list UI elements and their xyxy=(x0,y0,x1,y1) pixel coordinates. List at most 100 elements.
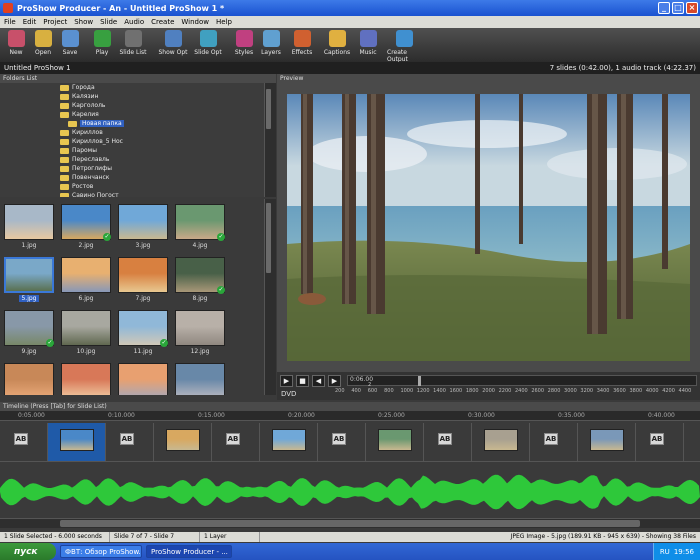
timeline-scrollbar[interactable] xyxy=(0,518,700,528)
file-thumbnail[interactable]: 12.jpg xyxy=(173,308,227,360)
folder-item[interactable]: Переславль xyxy=(0,155,264,164)
toolbar-separator xyxy=(151,28,155,30)
show-opt-icon xyxy=(164,30,182,47)
timeline-transition[interactable]: AB xyxy=(424,423,472,461)
captions-button[interactable]: Captions xyxy=(320,28,354,56)
menu-edit[interactable]: Edit xyxy=(23,18,37,26)
taskbar-item-proshow[interactable]: ProShow Producer - ... xyxy=(146,545,232,558)
folder-item[interactable]: Новая папка xyxy=(0,119,264,128)
file-thumbnail[interactable]: 8.jpg ✓ xyxy=(173,255,227,307)
file-name: 2.jpg xyxy=(78,242,94,249)
file-thumbnail[interactable]: 6.jpg xyxy=(59,255,113,307)
preview-scrubber[interactable]: 0:06.00 2 xyxy=(347,375,697,388)
menu-file[interactable]: File xyxy=(4,18,16,26)
file-thumbnail[interactable]: 1.jpg xyxy=(2,202,56,254)
effects-label: Effects xyxy=(291,49,313,56)
audio-track[interactable] xyxy=(0,466,700,518)
menu-project[interactable]: Project xyxy=(43,18,67,26)
minimize-button[interactable]: _ xyxy=(658,2,670,14)
file-thumbnail[interactable]: 3.jpg xyxy=(116,202,170,254)
language-indicator[interactable]: RU xyxy=(660,548,670,556)
folder-item[interactable]: Петроглифы xyxy=(0,164,264,173)
new-button[interactable]: New xyxy=(3,28,29,56)
menu-audio[interactable]: Audio xyxy=(124,18,144,26)
timeline-transition[interactable]: AB xyxy=(0,423,48,461)
used-check-icon: ✓ xyxy=(160,339,168,347)
stop-button[interactable]: ■ xyxy=(296,375,309,387)
scrubber-handle[interactable] xyxy=(418,376,421,386)
folder-label: Калязин xyxy=(72,93,99,100)
maximize-button[interactable]: □ xyxy=(672,2,684,14)
new-icon xyxy=(7,30,25,47)
create-output-icon xyxy=(395,30,413,47)
file-grid-scrollbar[interactable] xyxy=(264,199,276,395)
folder-item[interactable]: Карелия xyxy=(0,110,264,119)
layers-button[interactable]: Layers xyxy=(258,28,284,56)
timeline-slide[interactable] xyxy=(472,423,530,461)
folder-item[interactable]: Ростов xyxy=(0,182,264,191)
timeline-transition[interactable]: AB xyxy=(636,423,684,461)
folder-item[interactable]: Каргололь xyxy=(0,101,264,110)
styles-button[interactable]: Styles xyxy=(231,28,257,56)
menu-create[interactable]: Create xyxy=(151,18,174,26)
music-button[interactable]: Music xyxy=(355,28,381,56)
taskbar-item-browser[interactable]: ФВТ: Обзор ProShow... xyxy=(60,545,142,558)
file-thumbnail[interactable] xyxy=(173,361,227,395)
music-icon xyxy=(359,30,377,47)
timeline-transition[interactable]: AB xyxy=(530,423,578,461)
show-opt-button[interactable]: Show Opt xyxy=(156,28,190,56)
start-button[interactable]: пуск xyxy=(0,543,56,560)
slide-opt-button[interactable]: Slide Opt xyxy=(191,28,225,56)
close-button[interactable]: × xyxy=(686,2,698,14)
status-slide: Slide 7 of 7 - Slide 7 xyxy=(110,532,200,542)
open-button[interactable]: Open xyxy=(30,28,56,56)
file-thumbnail[interactable] xyxy=(2,361,56,395)
folder-item[interactable]: Города xyxy=(0,83,264,92)
folders-scrollbar[interactable] xyxy=(264,83,276,197)
timeline-slide[interactable] xyxy=(366,423,424,461)
file-thumbnail[interactable]: 7.jpg xyxy=(116,255,170,307)
file-thumbnail[interactable]: 9.jpg ✓ xyxy=(2,308,56,360)
folder-item[interactable]: Кириллов xyxy=(0,128,264,137)
slide-list-label: Slide List xyxy=(119,49,147,56)
play-button[interactable]: Play xyxy=(89,28,115,56)
file-thumbnail[interactable]: 10.jpg xyxy=(59,308,113,360)
previous-button[interactable]: ◀ xyxy=(312,375,325,387)
system-tray: RU 19:56 xyxy=(652,543,700,560)
menu-show[interactable]: Show xyxy=(74,18,93,26)
save-button[interactable]: Save xyxy=(57,28,83,56)
file-thumbnail[interactable] xyxy=(59,361,113,395)
ruler-tick: 3800 xyxy=(629,388,643,394)
timeline-transition[interactable]: AB xyxy=(212,423,260,461)
folder-item[interactable]: Калязин xyxy=(0,92,264,101)
folder-item[interactable]: Повенчанск xyxy=(0,173,264,182)
slide-thumbnail xyxy=(484,429,518,451)
transition-icon: AB xyxy=(226,433,240,445)
folder-icon xyxy=(60,93,69,100)
create-output-button[interactable]: Create Output xyxy=(387,28,421,63)
menu-slide[interactable]: Slide xyxy=(100,18,117,26)
menu-window[interactable]: Window xyxy=(181,18,209,26)
timeline-transition[interactable]: AB xyxy=(106,423,154,461)
folder-item[interactable]: Савино Погост xyxy=(0,191,264,197)
timeline-slide[interactable] xyxy=(260,423,318,461)
folder-item[interactable]: Паромы xyxy=(0,146,264,155)
timeline-slide[interactable] xyxy=(48,423,106,461)
ruler-tick: 2600 xyxy=(531,388,545,394)
timeline-transition[interactable]: AB xyxy=(318,423,366,461)
file-thumbnail[interactable]: 11.jpg ✓ xyxy=(116,308,170,360)
timeline-slide[interactable] xyxy=(578,423,636,461)
timeline-slide[interactable] xyxy=(154,423,212,461)
file-thumbnail[interactable]: 4.jpg ✓ xyxy=(173,202,227,254)
file-thumbnail[interactable]: 2.jpg ✓ xyxy=(59,202,113,254)
effects-button[interactable]: Effects xyxy=(285,28,319,56)
file-thumbnail[interactable] xyxy=(116,361,170,395)
menu-help[interactable]: Help xyxy=(216,18,232,26)
folder-item[interactable]: Кириллов_5 Нос xyxy=(0,137,264,146)
slide-list-button[interactable]: Slide List xyxy=(116,28,150,56)
save-label: Save xyxy=(62,49,78,56)
new-label: New xyxy=(9,49,23,56)
next-button[interactable]: ▶ xyxy=(328,375,341,387)
file-thumbnail[interactable]: 5.jpg xyxy=(2,255,56,307)
play-button[interactable]: ▶ xyxy=(280,375,293,387)
